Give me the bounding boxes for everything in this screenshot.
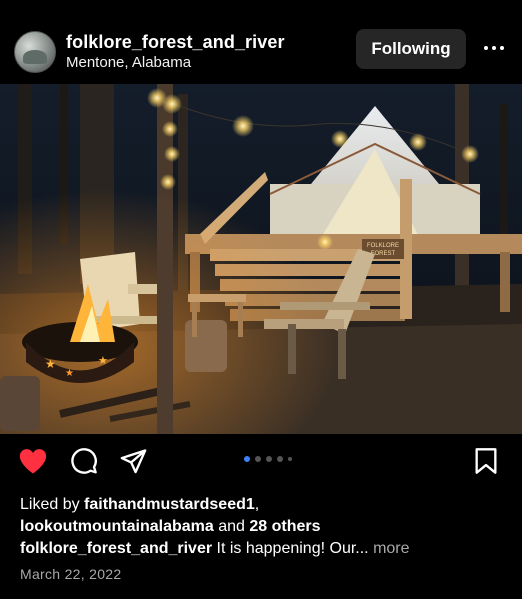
liked-by-separator: , — [254, 496, 260, 513]
liked-by-and: and — [213, 518, 250, 535]
svg-text:★: ★ — [45, 357, 56, 371]
carousel-dot[interactable] — [244, 456, 250, 462]
post-caption: folklore_forest_and_river It is happenin… — [20, 538, 520, 560]
bookmark-icon[interactable] — [473, 447, 499, 475]
avatar[interactable] — [14, 31, 56, 73]
carousel-dot[interactable] — [255, 456, 261, 462]
caption-more-link[interactable]: more — [369, 540, 409, 557]
liked-by-user-link[interactable]: lookoutmountainalabama — [20, 518, 214, 535]
caption-username[interactable]: folklore_forest_and_river — [20, 540, 212, 557]
liked-by-user-link[interactable]: faithandmustardseed1 — [84, 496, 255, 513]
liked-by-text: Liked by faithandmustardseed1, lookoutmo… — [20, 494, 510, 538]
heart-filled-icon[interactable] — [18, 447, 48, 475]
post-photo[interactable]: FOLKLORE FOREST ★ ★ ★ — [0, 84, 522, 434]
caption-text: It is happening! Our... — [212, 540, 369, 557]
carousel-dot[interactable] — [288, 457, 292, 461]
post-username[interactable]: folklore_forest_and_river — [66, 32, 285, 53]
comment-icon[interactable] — [70, 447, 98, 475]
likes-count-link[interactable]: 28 others — [249, 518, 320, 535]
liked-by-prefix: Liked by — [20, 496, 85, 513]
post-date: March 22, 2022 — [20, 566, 122, 582]
send-icon[interactable] — [119, 447, 148, 475]
post-location[interactable]: Mentone, Alabama — [66, 54, 191, 71]
svg-text:★: ★ — [65, 368, 74, 379]
carousel-indicator — [244, 456, 292, 462]
svg-text:★: ★ — [98, 354, 108, 367]
carousel-dot[interactable] — [277, 456, 283, 462]
carousel-dot[interactable] — [266, 456, 272, 462]
more-options-icon[interactable] — [480, 36, 508, 60]
following-button[interactable]: Following — [356, 29, 466, 69]
post-actions-bar — [0, 434, 522, 490]
post-header: folklore_forest_and_river Mentone, Alaba… — [0, 0, 522, 84]
